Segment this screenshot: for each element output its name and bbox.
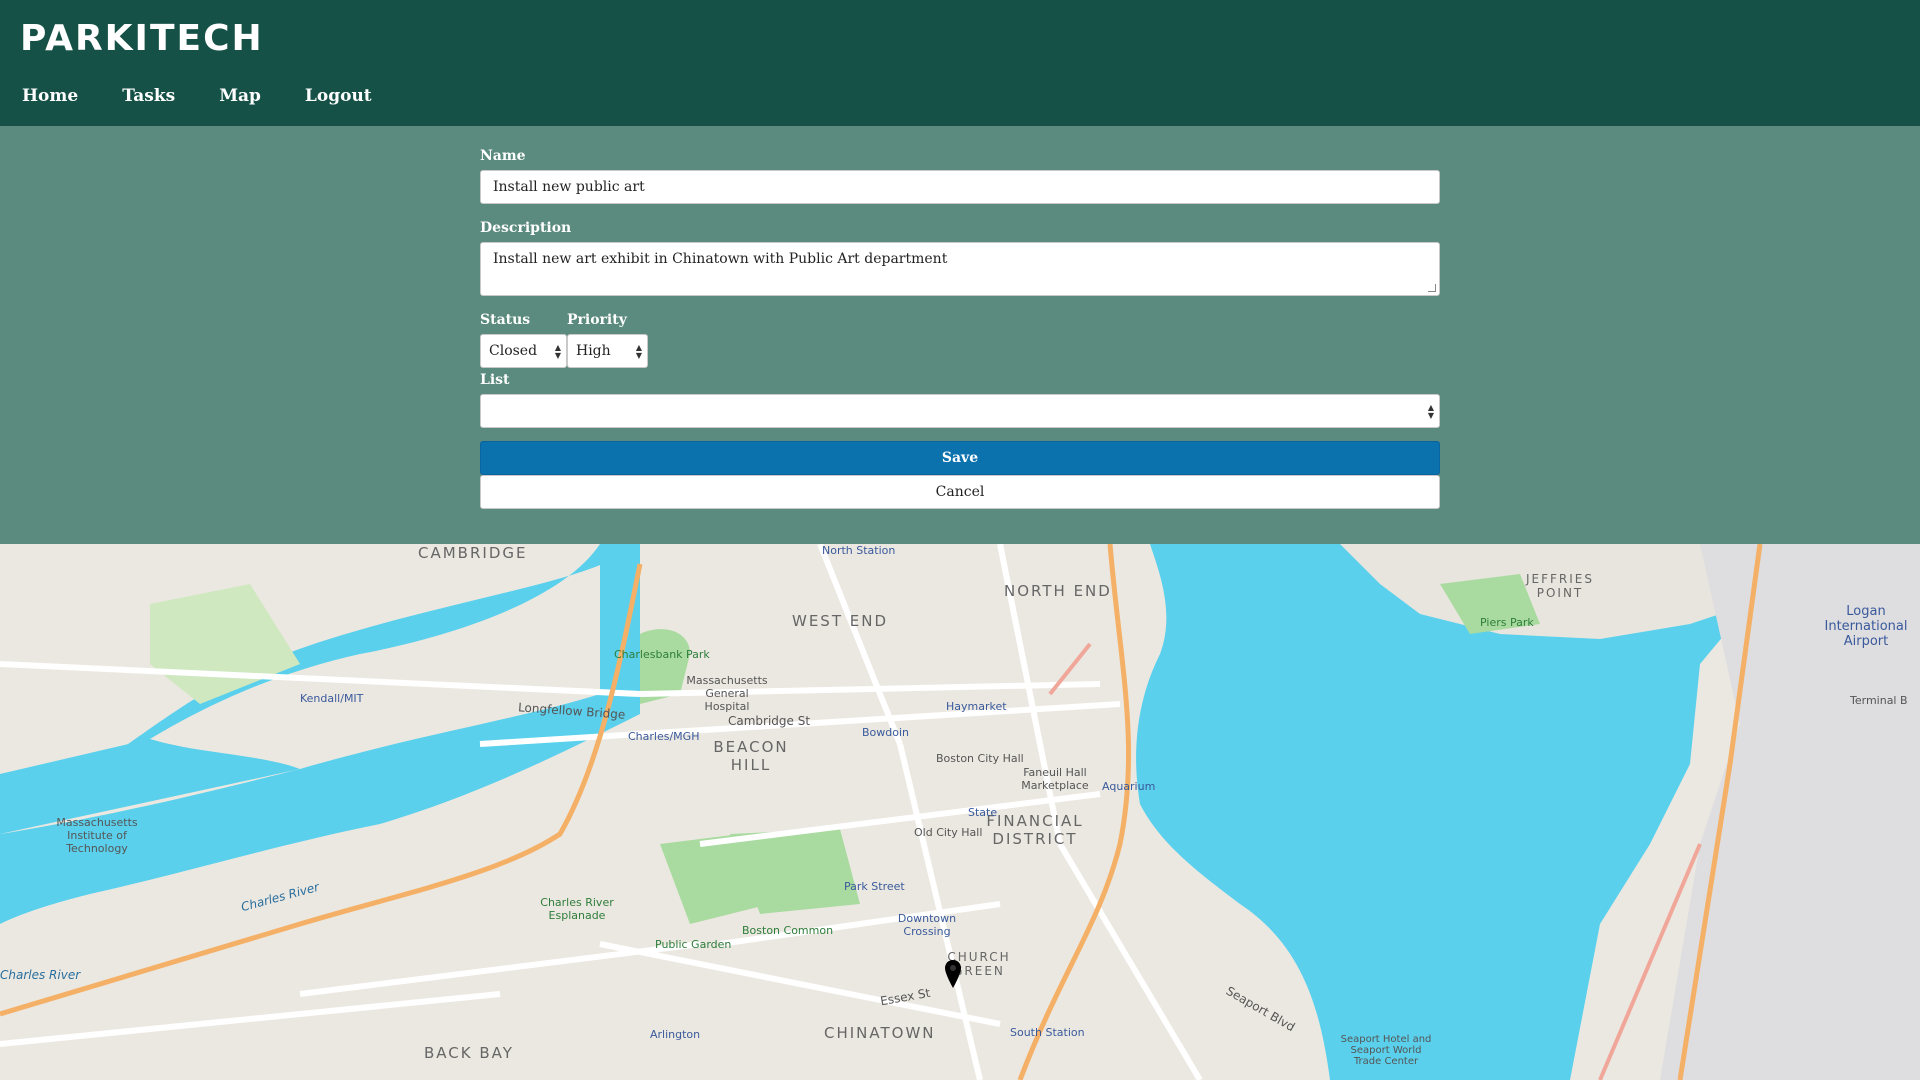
map-label-cambridge: CAMBRIDGE [418, 544, 528, 562]
status-priority-row: Status Closed ▲ ▼ Priority High ▲ ▼ [480, 312, 1440, 368]
map-label-public-garden: Public Garden [655, 938, 732, 951]
select-arrows-icon: ▲ ▼ [635, 343, 642, 360]
status-select[interactable]: Closed ▲ ▼ [480, 334, 567, 368]
map-label-piers-park: Piers Park [1480, 616, 1534, 629]
map-label-old-city-hall: Old City Hall [914, 826, 983, 839]
map-label-charlesbank: Charlesbank Park [614, 648, 710, 661]
map-label-aquarium: Aquarium [1102, 780, 1156, 793]
priority-group: Priority High ▲ ▼ [567, 312, 649, 368]
map-label-city-hall: Boston City Hall [936, 752, 1024, 765]
description-textarea[interactable]: Install new art exhibit in Chinatown wit… [480, 242, 1440, 296]
map-label-downtown-crossing: Downtown Crossing [897, 912, 957, 938]
map-label-kendall: Kendall/MIT [300, 692, 364, 705]
map-label-north-station: North Station [822, 544, 896, 557]
list-label: List [480, 372, 510, 388]
map-label-esplanade: Charles River Esplanade [540, 896, 614, 922]
main-nav: Home Tasks Map Logout [22, 86, 416, 106]
map-label-faneuil: Faneuil Hall Marketplace [1021, 766, 1089, 792]
map-label-back-bay: BACK BAY [424, 1044, 514, 1062]
map-view[interactable]: CAMBRIDGE NORTH END WEST END BEACON HILL… [0, 544, 1920, 1080]
app-logo[interactable]: PARKITECH [20, 18, 264, 59]
map-label-state: State [968, 806, 998, 819]
priority-label: Priority [567, 312, 627, 328]
status-selected-value: Closed [489, 343, 538, 359]
map-label-arlington: Arlington [650, 1028, 701, 1041]
status-label: Status [480, 312, 531, 328]
map-label-beacon-hill: BEACON HILL [713, 738, 789, 774]
task-form: Name Install new public art Description … [480, 148, 1440, 509]
select-arrows-icon: ▲ ▼ [554, 343, 561, 360]
task-form-panel: Name Install new public art Description … [0, 126, 1920, 544]
map-label-south-station: South Station [1010, 1026, 1085, 1039]
map-label-terminal-b: Terminal B [1850, 694, 1908, 707]
cancel-button[interactable]: Cancel [480, 475, 1440, 509]
map-label-haymarket: Haymarket [946, 700, 1007, 713]
map-label-boston-common: Boston Common [742, 924, 834, 937]
map-label-mit: Massachusetts Institute of Technology [56, 816, 138, 855]
nav-home-link[interactable]: Home [22, 86, 78, 106]
map-label-chinatown: CHINATOWN [824, 1024, 936, 1042]
map-pin-icon[interactable] [944, 960, 962, 988]
map-label-west-end: WEST END [792, 612, 889, 630]
nav-map-link[interactable]: Map [219, 86, 261, 106]
map-label-bowdoin: Bowdoin [862, 726, 910, 739]
select-arrows-icon: ▲ ▼ [1427, 403, 1434, 420]
name-label: Name [480, 148, 526, 164]
map-label-mgh: Massachusetts General Hospital [686, 674, 768, 713]
description-text: Install new art exhibit in Chinatown wit… [493, 251, 948, 267]
map-label-jeffries-point: JEFFRIES POINT [1525, 572, 1594, 600]
name-input[interactable]: Install new public art [480, 170, 1440, 204]
resize-handle-icon[interactable] [1428, 284, 1436, 292]
map-label-seaport-hotel: Seaport Hotel and Seaport World Trade Ce… [1340, 1034, 1432, 1067]
priority-select[interactable]: High ▲ ▼ [567, 334, 648, 368]
list-select[interactable]: ▲ ▼ [480, 394, 1440, 428]
map-label-north-end: NORTH END [1004, 582, 1112, 600]
map-tiles [0, 544, 1920, 1080]
status-group: Status Closed ▲ ▼ [480, 312, 567, 368]
priority-selected-value: High [576, 343, 611, 359]
description-label: Description [480, 220, 572, 236]
map-label-cambridge-st: Cambridge St [728, 714, 811, 728]
map-label-charles-mgh: Charles/MGH [628, 730, 700, 743]
nav-logout-link[interactable]: Logout [305, 86, 372, 106]
nav-tasks-link[interactable]: Tasks [122, 86, 175, 106]
map-label-charles-river-2: Charles River [0, 968, 81, 982]
map-label-park-street: Park Street [844, 880, 905, 893]
map-label-logan: Logan International Airport [1824, 604, 1908, 649]
save-button[interactable]: Save [480, 441, 1440, 475]
top-bar: PARKITECH Home Tasks Map Logout [0, 0, 1920, 126]
